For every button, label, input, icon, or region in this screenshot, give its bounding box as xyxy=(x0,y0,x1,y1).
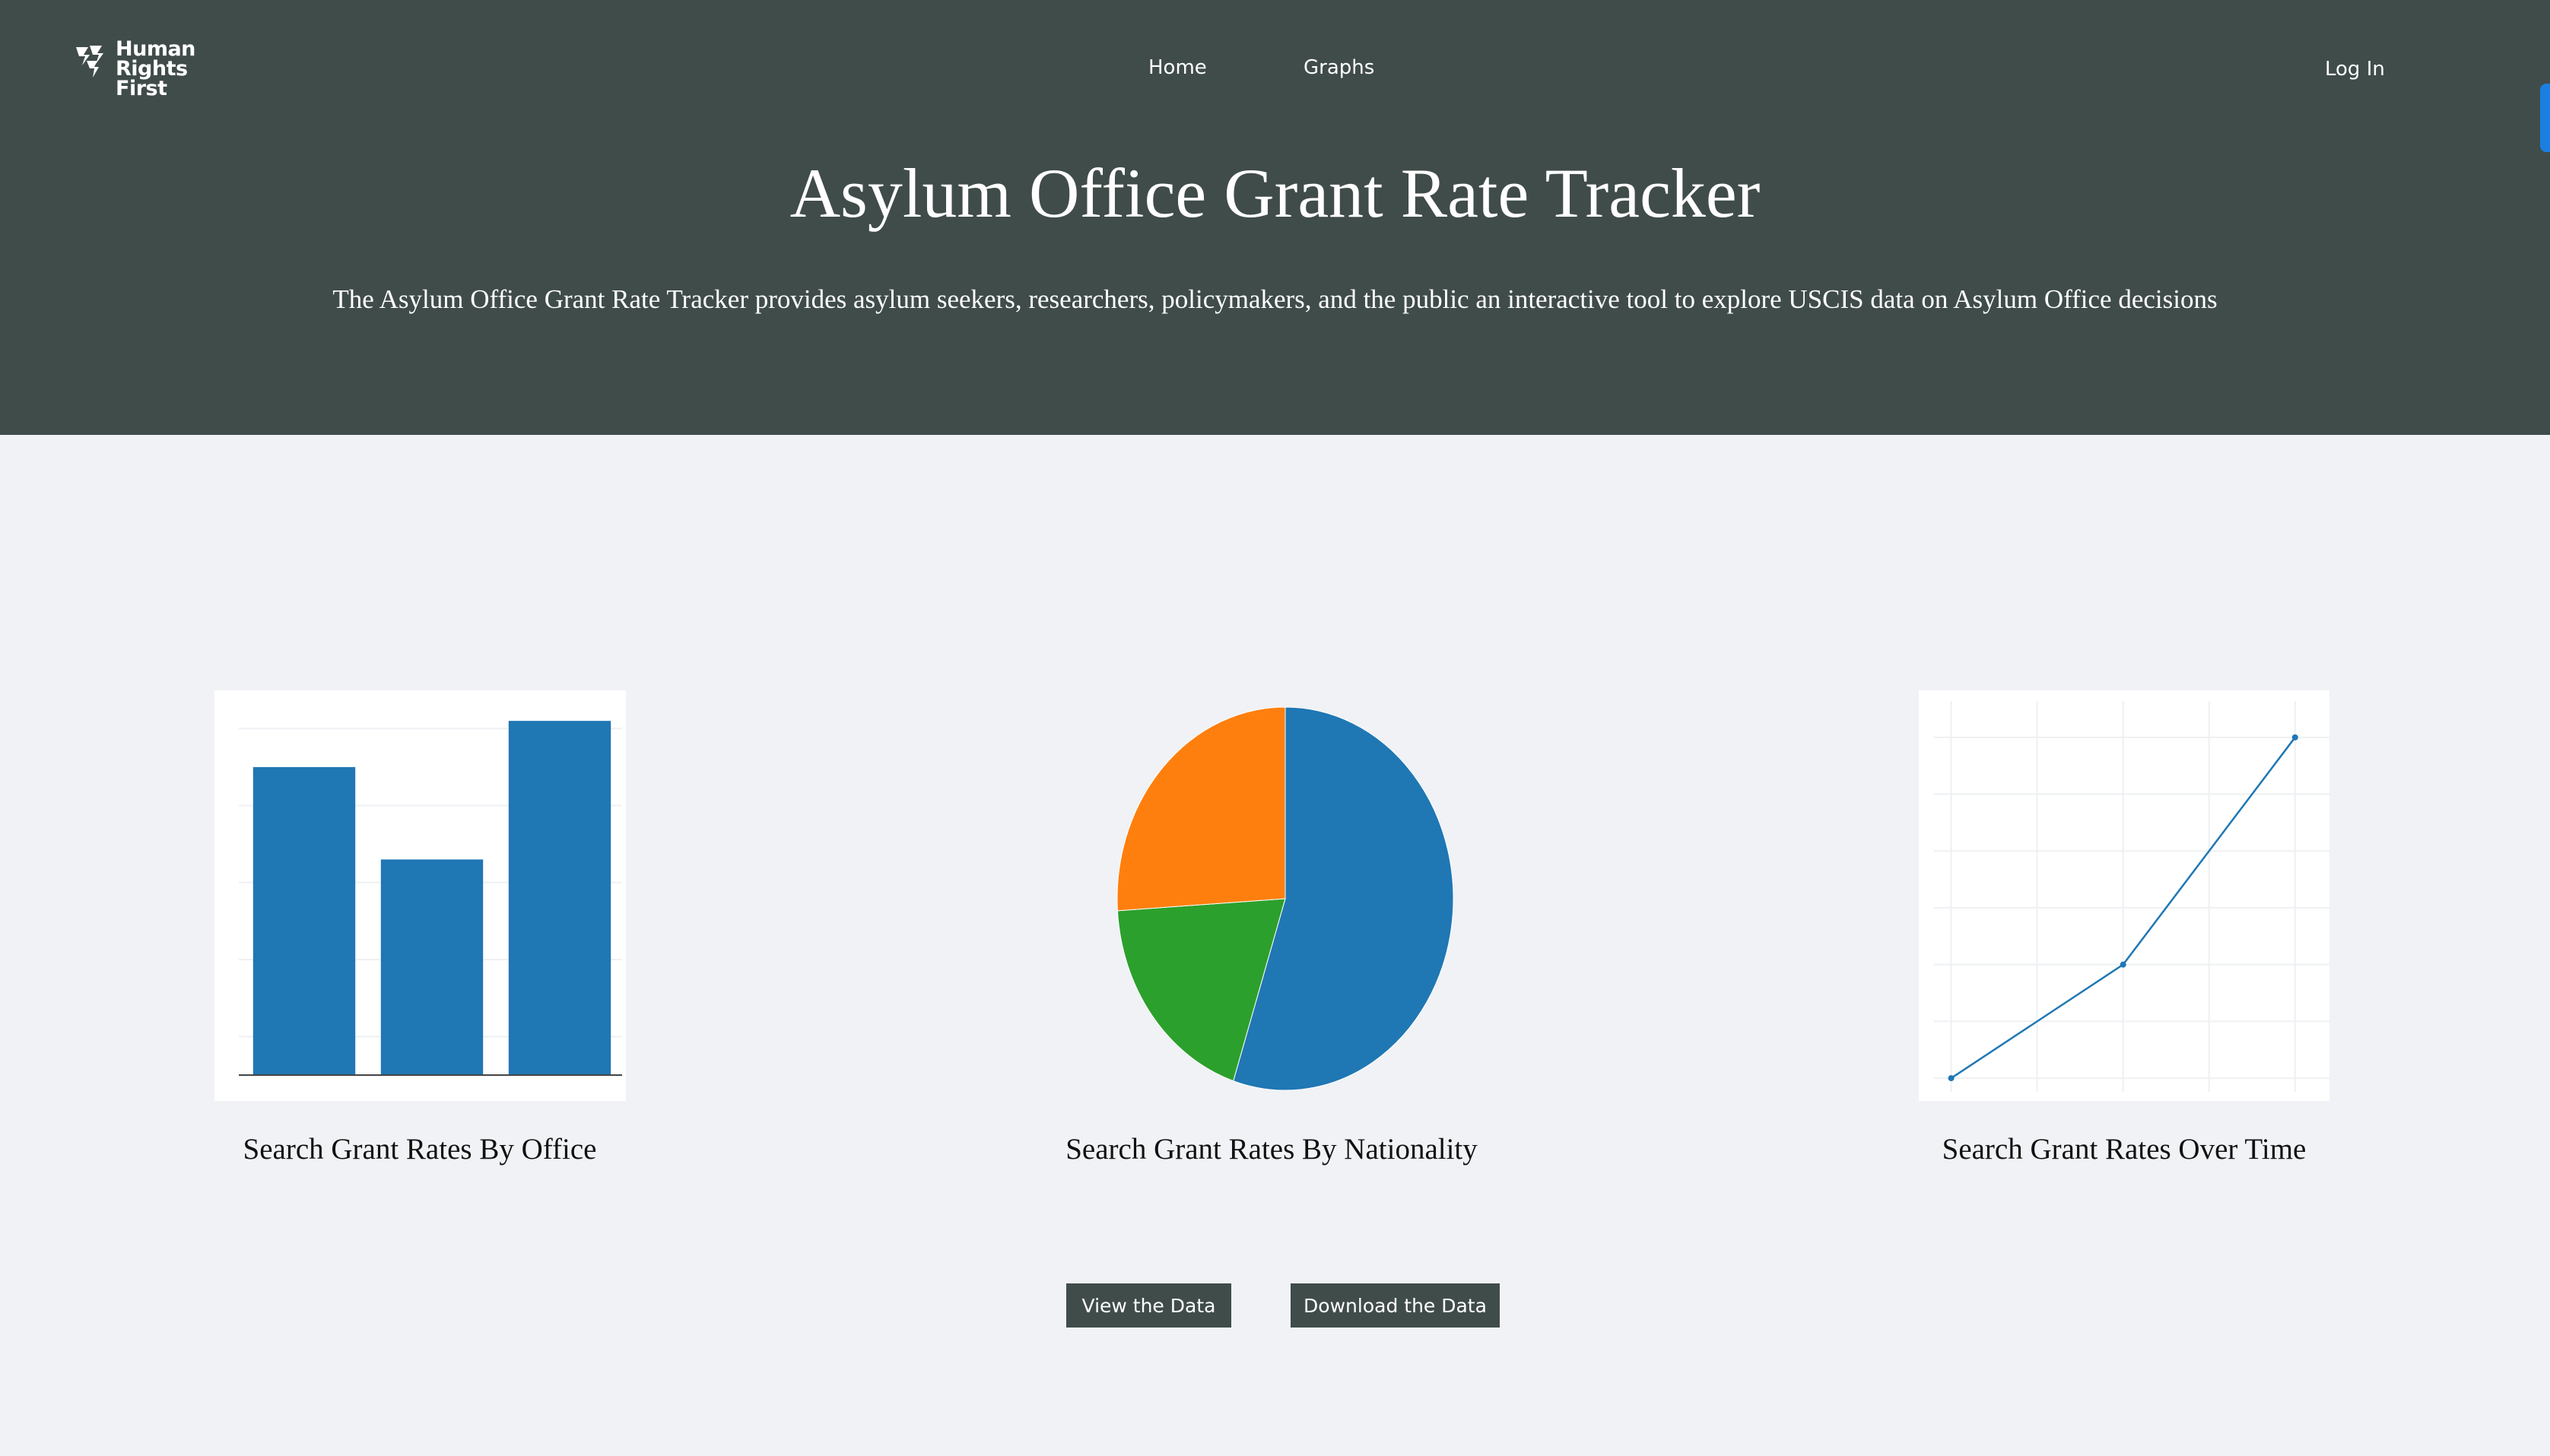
pie-chart xyxy=(1116,706,1454,1091)
page-subtitle: The Asylum Office Grant Rate Tracker pro… xyxy=(332,284,2218,314)
view-data-button[interactable]: View the Data xyxy=(1066,1283,1231,1328)
bar-chart xyxy=(239,721,622,1076)
human-rights-first-logo-icon xyxy=(76,46,103,78)
side-feedback-tab[interactable] xyxy=(2540,84,2550,152)
office-chart-thumbnail[interactable] xyxy=(214,690,626,1101)
logo-line: First xyxy=(116,77,167,100)
header-banner: Human Rights First Home Graphs Log In As… xyxy=(0,0,2550,435)
nav-graphs-link[interactable]: Graphs xyxy=(1304,56,1374,79)
data-point xyxy=(2291,734,2298,741)
logo-text: Human Rights First xyxy=(116,39,195,100)
logo[interactable]: Human Rights First xyxy=(75,39,196,103)
bar xyxy=(252,766,356,1075)
pie-slice xyxy=(1116,706,1286,912)
nav-home-link[interactable]: Home xyxy=(1148,56,1207,79)
page-title: Asylum Office Grant Rate Tracker xyxy=(789,154,1761,232)
data-point xyxy=(1948,1075,1955,1082)
card-label-office[interactable]: Search Grant Rates By Office xyxy=(116,1131,724,1168)
card-label-time[interactable]: Search Grant Rates Over Time xyxy=(1820,1131,2428,1168)
login-link[interactable]: Log In xyxy=(2325,58,2385,81)
nationality-chart-thumbnail[interactable] xyxy=(1103,699,1468,1095)
bar xyxy=(380,859,484,1075)
data-point xyxy=(2120,961,2126,968)
time-chart-thumbnail[interactable] xyxy=(1919,690,2329,1101)
download-data-button[interactable]: Download the Data xyxy=(1291,1283,1500,1328)
card-label-nationality[interactable]: Search Grant Rates By Nationality xyxy=(967,1131,1576,1168)
bar xyxy=(508,721,611,1075)
line-chart xyxy=(1934,701,2329,1092)
